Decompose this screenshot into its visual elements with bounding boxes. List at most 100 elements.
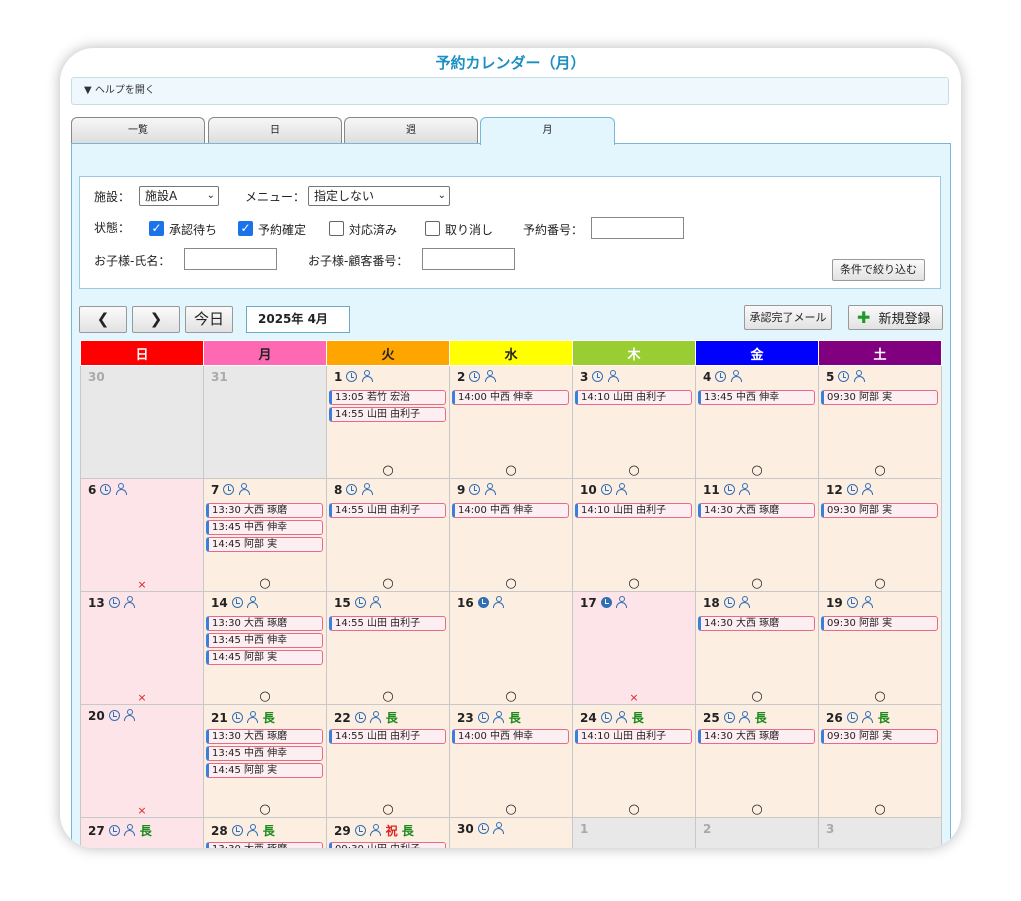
person-icon[interactable]: [607, 370, 619, 382]
child-customer-no-input[interactable]: [422, 248, 515, 270]
day-cell[interactable]: 23 長 14:00 中西 伸幸 ○: [449, 704, 573, 818]
day-cell[interactable]: 3: [818, 817, 942, 848]
reservation-item[interactable]: 14:30 大西 琢磨: [698, 503, 815, 518]
reservation-item[interactable]: 13:45 中西 伸幸: [206, 746, 323, 761]
clock-icon[interactable]: [477, 823, 489, 834]
day-cell[interactable]: 30: [449, 817, 573, 848]
filter-button[interactable]: 条件で絞り込む: [832, 259, 925, 281]
person-icon[interactable]: [616, 596, 628, 608]
reservation-item[interactable]: 09:30 山田 由利子: [329, 842, 446, 848]
clock-icon[interactable]: [346, 371, 358, 382]
reservation-item[interactable]: 09:30 阿部 実: [821, 390, 938, 405]
reservation-item[interactable]: 14:45 阿部 実: [206, 537, 323, 552]
person-icon[interactable]: [484, 483, 496, 495]
tab-day[interactable]: 日: [208, 117, 342, 144]
day-cell[interactable]: 5 09:30 阿部 実 ○: [818, 365, 942, 479]
prev-month-button[interactable]: ❮: [79, 306, 127, 333]
day-cell[interactable]: 18 14:30 大西 琢磨 ○: [695, 591, 819, 705]
status-cancelled-checkbox[interactable]: [425, 221, 440, 236]
clock-icon[interactable]: [846, 712, 858, 723]
person-icon[interactable]: [616, 483, 628, 495]
reservation-item[interactable]: 14:45 阿部 実: [206, 650, 323, 665]
clock-icon[interactable]: [838, 371, 850, 382]
day-cell[interactable]: 31: [203, 365, 327, 479]
clock-icon[interactable]: [108, 597, 120, 608]
person-icon[interactable]: [247, 596, 259, 608]
day-cell[interactable]: 29 祝長 09:30 山田 由利子: [326, 817, 450, 848]
person-icon[interactable]: [853, 370, 865, 382]
next-month-button[interactable]: ❯: [132, 306, 180, 333]
reservation-item[interactable]: 14:55 山田 由利子: [329, 729, 446, 744]
reservation-item[interactable]: 09:30 阿部 実: [821, 503, 938, 518]
reservation-item[interactable]: 13:30 大西 琢磨: [206, 729, 323, 744]
person-icon[interactable]: [124, 824, 136, 836]
person-icon[interactable]: [739, 483, 751, 495]
clock-icon[interactable]: [600, 484, 612, 495]
clock-icon[interactable]: [354, 712, 366, 723]
clock-icon[interactable]: [231, 597, 243, 608]
person-icon[interactable]: [730, 370, 742, 382]
clock-icon[interactable]: [354, 825, 366, 836]
reservation-item[interactable]: 13:45 中西 伸幸: [206, 633, 323, 648]
day-cell[interactable]: 1: [572, 817, 696, 848]
reservation-item[interactable]: 09:30 阿部 実: [821, 729, 938, 744]
clock-icon[interactable]: [477, 712, 489, 723]
clock-filled-icon[interactable]: [600, 597, 612, 608]
person-icon[interactable]: [493, 822, 505, 834]
day-cell[interactable]: 13 ×: [80, 591, 204, 705]
reservation-item[interactable]: 14:30 大西 琢磨: [698, 729, 815, 744]
tab-list[interactable]: 一覧: [71, 117, 205, 144]
clock-icon[interactable]: [592, 371, 604, 382]
clock-icon[interactable]: [846, 484, 858, 495]
menu-select[interactable]: 指定しない ⌄: [308, 186, 450, 206]
clock-icon[interactable]: [723, 484, 735, 495]
person-icon[interactable]: [370, 711, 382, 723]
reservation-item[interactable]: 14:00 中西 伸幸: [452, 729, 569, 744]
clock-icon[interactable]: [231, 712, 243, 723]
day-cell[interactable]: 6 ×: [80, 478, 204, 592]
person-icon[interactable]: [361, 370, 373, 382]
person-icon[interactable]: [247, 711, 259, 723]
reservation-item[interactable]: 13:30 大西 琢磨: [206, 616, 323, 631]
day-cell[interactable]: 30: [80, 365, 204, 479]
day-cell[interactable]: 15 14:55 山田 由利子 ○: [326, 591, 450, 705]
reservation-item[interactable]: 13:30 大西 琢磨: [206, 842, 323, 848]
day-cell[interactable]: 10 14:10 山田 由利子 ○: [572, 478, 696, 592]
new-registration-button[interactable]: ✚ 新規登録: [848, 305, 943, 330]
reservation-item[interactable]: 14:45 阿部 実: [206, 763, 323, 778]
person-icon[interactable]: [739, 596, 751, 608]
day-cell[interactable]: 11 14:30 大西 琢磨 ○: [695, 478, 819, 592]
clock-icon[interactable]: [231, 825, 243, 836]
reservation-item[interactable]: 13:45 中西 伸幸: [698, 390, 815, 405]
day-cell[interactable]: 4 13:45 中西 伸幸 ○: [695, 365, 819, 479]
status-pending-checkbox[interactable]: ✓: [149, 221, 164, 236]
day-cell[interactable]: 22 長 14:55 山田 由利子 ○: [326, 704, 450, 818]
person-icon[interactable]: [484, 370, 496, 382]
person-icon[interactable]: [493, 596, 505, 608]
day-cell[interactable]: 21 長 13:30 大西 琢磨 13:45 中西 伸幸 14:45 阿部 実 ○: [203, 704, 327, 818]
clock-icon[interactable]: [600, 712, 612, 723]
person-icon[interactable]: [124, 709, 136, 721]
reservation-item[interactable]: 14:55 山田 由利子: [329, 503, 446, 518]
status-handled-checkbox[interactable]: [329, 221, 344, 236]
clock-icon[interactable]: [723, 597, 735, 608]
person-icon[interactable]: [493, 711, 505, 723]
child-name-input[interactable]: [184, 248, 277, 270]
person-icon[interactable]: [862, 483, 874, 495]
person-icon[interactable]: [370, 824, 382, 836]
clock-icon[interactable]: [346, 484, 358, 495]
day-cell[interactable]: 2 14:00 中西 伸幸 ○: [449, 365, 573, 479]
day-cell[interactable]: 20 ×: [80, 704, 204, 818]
tab-week[interactable]: 週: [344, 117, 478, 144]
person-icon[interactable]: [361, 483, 373, 495]
day-cell[interactable]: 7 13:30 大西 琢磨 13:45 中西 伸幸 14:45 阿部 実 ○: [203, 478, 327, 592]
day-cell[interactable]: 16 ○: [449, 591, 573, 705]
day-cell[interactable]: 27 長: [80, 817, 204, 848]
clock-icon[interactable]: [469, 371, 481, 382]
today-button[interactable]: 今日: [185, 306, 233, 333]
day-cell[interactable]: 24 長 14:10 山田 由利子 ○: [572, 704, 696, 818]
person-icon[interactable]: [124, 596, 136, 608]
approval-mail-button[interactable]: 承認完了メール: [744, 305, 832, 330]
clock-icon[interactable]: [100, 484, 112, 495]
reservation-no-input[interactable]: [591, 217, 684, 239]
